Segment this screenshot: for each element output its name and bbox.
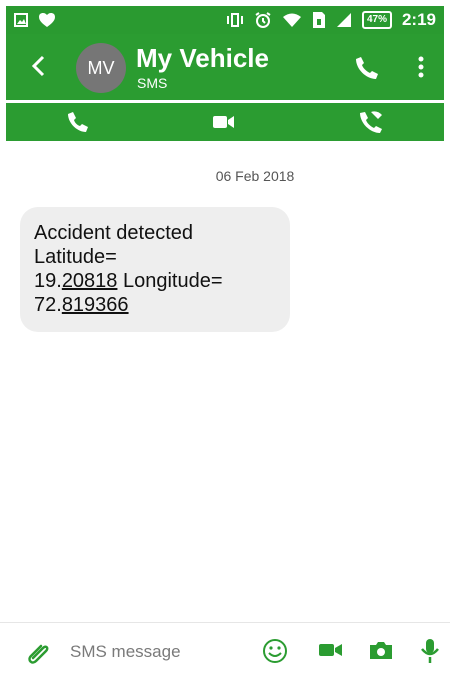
phone-number-link[interactable]: 20818 bbox=[62, 270, 118, 292]
message-line: 19.20818 Longitude= bbox=[34, 269, 276, 293]
sim-icon bbox=[312, 11, 326, 29]
status-time: 2:19 bbox=[401, 10, 436, 29]
heart-icon bbox=[38, 12, 56, 28]
page-title: My Vehicle bbox=[136, 43, 269, 73]
video-icon[interactable] bbox=[318, 640, 344, 660]
message-date: 06 Feb 2018 bbox=[215, 168, 295, 184]
app-bar: MV My Vehicle SMS bbox=[6, 34, 444, 100]
message-text: Longitude= bbox=[117, 270, 223, 292]
compose-bar bbox=[0, 628, 450, 673]
vibrate-icon bbox=[226, 12, 244, 28]
message-line: Latitude= bbox=[34, 246, 117, 268]
signal-icon bbox=[336, 12, 352, 28]
mic-icon[interactable] bbox=[420, 637, 440, 665]
camera-icon[interactable] bbox=[368, 639, 394, 661]
avatar[interactable]: MV bbox=[76, 43, 126, 93]
conversation-type: SMS bbox=[137, 75, 168, 91]
status-left bbox=[14, 12, 56, 28]
phone-icon[interactable] bbox=[354, 55, 380, 81]
emoji-icon[interactable] bbox=[262, 638, 288, 664]
message-line: 72.819366 bbox=[34, 293, 276, 317]
wifi-icon bbox=[282, 12, 302, 28]
wifi-call-icon[interactable] bbox=[359, 110, 383, 134]
sms-message-input[interactable] bbox=[68, 636, 242, 668]
phone-number-link[interactable]: 819366 bbox=[62, 294, 129, 316]
message-text: 72. bbox=[34, 294, 62, 316]
status-bar: 47% 2:19 bbox=[6, 6, 444, 34]
message-text: 19. bbox=[34, 270, 62, 292]
status-right: 47% 2:19 bbox=[226, 10, 436, 30]
phone-icon[interactable] bbox=[67, 111, 89, 133]
alarm-icon bbox=[254, 11, 272, 29]
attach-icon[interactable] bbox=[24, 638, 52, 666]
action-bar bbox=[6, 103, 444, 141]
message-bubble[interactable]: Accident detected Latitude= 19.20818 Lon… bbox=[20, 207, 290, 332]
battery-icon: 47% bbox=[361, 11, 392, 29]
compose-divider bbox=[0, 622, 450, 623]
back-icon[interactable] bbox=[28, 54, 50, 78]
more-icon[interactable] bbox=[416, 55, 426, 79]
video-icon[interactable] bbox=[212, 114, 236, 130]
message-line: Accident detected bbox=[34, 222, 193, 244]
image-icon bbox=[14, 13, 28, 27]
